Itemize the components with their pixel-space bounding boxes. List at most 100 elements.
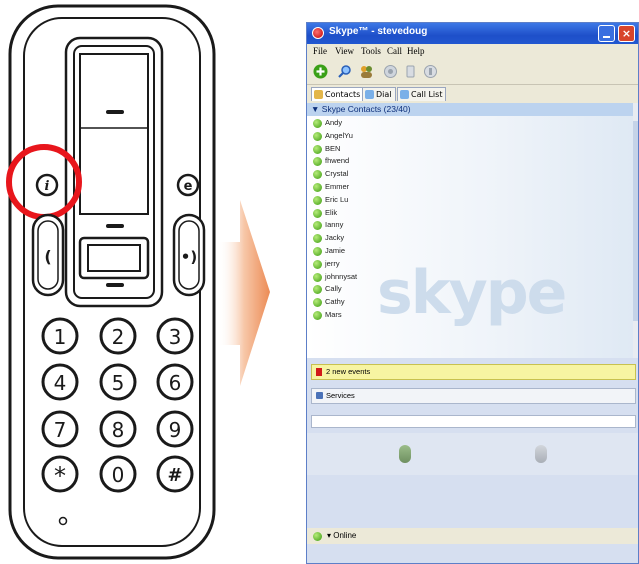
contact-item[interactable]: johnnysat — [307, 271, 633, 284]
contact-item[interactable]: Eric Lu — [307, 194, 633, 207]
hang-up-button[interactable] — [535, 445, 547, 463]
online-status-icon — [313, 272, 322, 282]
online-status-icon — [313, 532, 322, 541]
menu-tools[interactable]: Tools — [361, 46, 381, 56]
key-5[interactable]: 5 — [99, 363, 137, 401]
key-1[interactable]: 1 — [41, 317, 79, 355]
contact-item[interactable]: AngelYu — [307, 130, 633, 143]
close-button[interactable]: × — [618, 25, 635, 42]
talk-key[interactable]: ( — [31, 213, 65, 297]
chat-icon[interactable] — [383, 64, 398, 79]
services-label: Services — [326, 391, 355, 400]
contact-item[interactable]: Elik — [307, 207, 633, 220]
tab-dial[interactable]: Dial — [362, 87, 396, 101]
online-status-icon — [313, 285, 322, 295]
arrow-right-icon — [218, 200, 270, 386]
scrollbar-thumb[interactable] — [633, 121, 638, 321]
add-contact-icon[interactable] — [313, 64, 328, 79]
key-star[interactable]: * — [41, 455, 79, 493]
contact-item[interactable]: Jamie — [307, 245, 633, 258]
tab-call-list[interactable]: Call List — [397, 87, 447, 101]
menu-call[interactable]: Call — [387, 46, 402, 56]
contact-item[interactable]: Emmer — [307, 181, 633, 194]
key-4[interactable]: 4 — [41, 363, 79, 401]
online-status-icon — [313, 119, 322, 128]
key-0[interactable]: 0 — [99, 455, 137, 493]
email-key[interactable]: e — [176, 173, 200, 197]
skype-logo-icon — [312, 27, 324, 39]
online-status-icon — [313, 234, 322, 244]
menu-help[interactable]: Help — [407, 46, 425, 56]
svg-text:2: 2 — [112, 325, 125, 349]
key-6[interactable]: 6 — [156, 363, 194, 401]
online-status-icon — [313, 259, 322, 269]
display-screen — [79, 53, 149, 215]
services-icon — [316, 392, 323, 399]
svg-text:#: # — [167, 465, 182, 486]
menu-file[interactable]: File — [313, 46, 327, 56]
contact-item[interactable]: fhwend — [307, 155, 633, 168]
online-status-icon — [313, 246, 322, 256]
skype-window: Skype™ - stevedoug × File View Tools Cal… — [306, 22, 639, 564]
status-bar[interactable]: ▾ Online — [307, 528, 638, 544]
group-header[interactable]: ▼ Skype Contacts (23/40) — [307, 103, 633, 116]
svg-text:5: 5 — [112, 371, 125, 395]
svg-text:8: 8 — [112, 418, 125, 442]
contact-name: Emmer — [325, 181, 350, 191]
key-8[interactable]: 8 — [99, 410, 137, 448]
contact-item[interactable]: BEN — [307, 143, 633, 156]
contact-list: Andy AngelYu BEN fhwend Crystal Emmer Eric Lu E… — [307, 117, 633, 322]
minimize-button[interactable] — [598, 25, 615, 42]
contact-item[interactable]: jerry — [307, 258, 633, 271]
send-file-icon[interactable] — [403, 64, 418, 79]
online-status-icon — [313, 131, 322, 141]
contact-item[interactable]: Mars — [307, 309, 633, 322]
toolbar — [307, 60, 638, 85]
info-key[interactable]: i — [35, 173, 59, 197]
svg-text:*: * — [54, 462, 66, 490]
contact-list-panel: skype ▼ Skype Contacts (23/40) Andy Angel… — [307, 103, 633, 358]
dial-input[interactable] — [311, 415, 636, 428]
search-icon[interactable] — [337, 64, 352, 79]
key-7[interactable]: 7 — [41, 410, 79, 448]
online-status-icon — [313, 195, 322, 205]
contact-item[interactable]: Cally — [307, 283, 633, 296]
contact-item[interactable]: Cathy — [307, 296, 633, 309]
contact-list-scrollbar[interactable] — [633, 103, 638, 358]
svg-text:9: 9 — [169, 418, 182, 442]
key-hash[interactable]: # — [156, 455, 194, 493]
key-3[interactable]: 3 — [156, 317, 194, 355]
tab-contacts-label: Contacts — [325, 90, 361, 99]
contacts-tab-icon — [314, 90, 323, 99]
contact-item[interactable]: Crystal — [307, 168, 633, 181]
title-bar: Skype™ - stevedoug × — [307, 23, 638, 44]
call-button-bar — [307, 433, 638, 475]
events-bar[interactable]: 2 new events — [311, 364, 636, 380]
online-status-icon — [313, 182, 322, 192]
menu-view[interactable]: View — [335, 46, 354, 56]
tab-strip: Contacts Dial Call List — [307, 85, 638, 103]
call-button[interactable] — [399, 445, 411, 463]
end-key[interactable]: •) — [172, 213, 206, 297]
contact-item[interactable]: Ianny — [307, 219, 633, 232]
services-bar[interactable]: Services — [311, 388, 636, 404]
tab-contacts[interactable]: Contacts — [311, 87, 365, 101]
online-status-icon — [313, 157, 322, 167]
key-2[interactable]: 2 — [99, 317, 137, 355]
contact-name: jerry — [325, 258, 340, 268]
contact-item[interactable]: Andy — [307, 117, 633, 130]
contact-item[interactable]: Jacky — [307, 232, 633, 245]
conference-icon[interactable] — [359, 64, 374, 79]
contact-name: Jacky — [325, 233, 345, 243]
svg-text:6: 6 — [169, 371, 182, 395]
contact-name: Crystal — [325, 169, 349, 179]
window-title: Skype™ - stevedoug — [329, 26, 428, 37]
svg-text:3: 3 — [169, 325, 182, 349]
key-9[interactable]: 9 — [156, 410, 194, 448]
info-key-label: i — [45, 179, 50, 194]
flag-icon — [316, 368, 322, 376]
call-list-tab-icon — [400, 90, 409, 99]
contact-name: Jamie — [325, 245, 346, 255]
online-status-icon — [313, 221, 322, 231]
profile-icon[interactable] — [423, 64, 438, 79]
